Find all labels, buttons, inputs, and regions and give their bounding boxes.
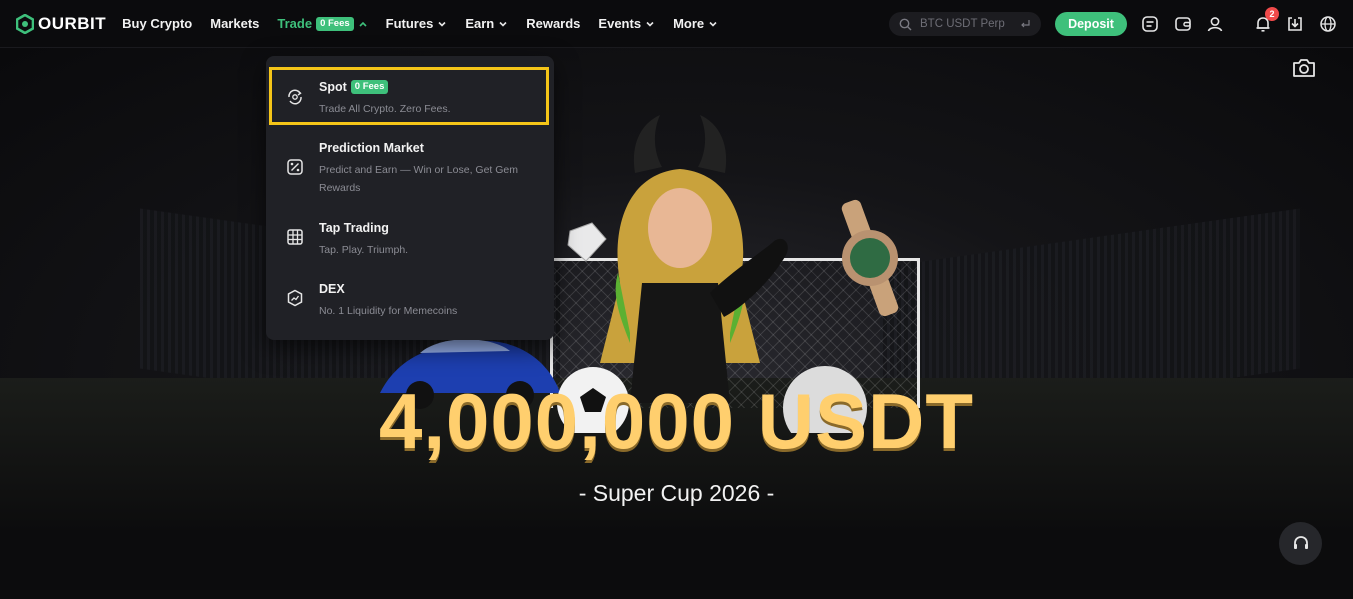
nav-earn[interactable]: Earn [465, 16, 508, 31]
search-icon [899, 18, 912, 30]
globe-icon[interactable] [1318, 14, 1338, 34]
nav-markets[interactable]: Markets [210, 16, 259, 31]
nav-label: More [673, 16, 705, 31]
chevron-up-icon [359, 21, 367, 27]
top-navigation-bar: OURBIT Buy Crypto Markets Trade 0 Fees F… [0, 0, 1353, 48]
menu-item-description: Predict and Earn — Win or Lose, Get Gem … [319, 164, 518, 194]
menu-item-title: Prediction Market [319, 141, 424, 155]
menu-item-tap-trading[interactable]: Tap Trading Tap. Play. Triumph. [266, 210, 554, 270]
menu-item-title: DEX [319, 282, 345, 296]
zero-fees-badge: 0 Fees [316, 16, 354, 31]
nav-label: Markets [210, 16, 260, 31]
hero-headline: 4,000,000 USDT [378, 377, 974, 465]
download-icon[interactable] [1285, 14, 1305, 34]
main-nav: Buy Crypto Markets Trade 0 Fees Futures … [122, 16, 736, 31]
menu-item-title: Tap Trading [319, 221, 389, 235]
grid-icon [287, 229, 303, 245]
watch-image [841, 199, 899, 317]
search-input[interactable]: BTC USDT Perp [889, 12, 1041, 36]
nav-more[interactable]: More [673, 16, 718, 31]
user-icon[interactable] [1205, 14, 1225, 34]
enter-key-icon [1021, 19, 1030, 27]
nav-trade[interactable]: Trade 0 Fees [277, 16, 367, 31]
nav-rewards[interactable]: Rewards [526, 16, 580, 31]
camera-icon[interactable] [1292, 57, 1316, 79]
nav-label: Rewards [526, 16, 581, 31]
ourbit-logo-icon [16, 13, 34, 34]
ourbit-logo[interactable]: OURBIT [16, 13, 107, 34]
menu-item-description: Tap. Play. Triumph. [319, 244, 409, 256]
prediction-percent-icon [287, 159, 303, 175]
nav-label: Events [598, 16, 642, 31]
menu-item-description: Trade All Crypto. Zero Fees. [319, 103, 451, 115]
notification-count-badge: 2 [1265, 7, 1279, 21]
nav-futures[interactable]: Futures [386, 16, 448, 31]
nav-events[interactable]: Events [598, 16, 655, 31]
menu-item-title: Spot [319, 80, 347, 94]
character-image [600, 115, 788, 403]
menu-item-prediction-market[interactable]: Prediction Market Predict and Earn — Win… [266, 126, 554, 210]
menu-item-dex[interactable]: DEX No. 1 Liquidity for Memecoins [266, 270, 554, 332]
orders-icon[interactable] [1140, 14, 1160, 34]
deposit-button[interactable]: Deposit [1055, 12, 1127, 36]
wallet-icon[interactable] [1173, 14, 1193, 34]
nav-label: Earn [465, 16, 495, 31]
headset-icon [1293, 535, 1308, 549]
customer-support-button[interactable] [1279, 522, 1322, 565]
trade-dropdown-menu: Spot 0 Fees Trade All Crypto. Zero Fees.… [266, 56, 554, 340]
diamond-image-left [567, 222, 607, 262]
nav-label: Trade [277, 16, 313, 31]
menu-item-description: No. 1 Liquidity for Memecoins [319, 305, 458, 317]
nav-label: Buy Crypto [122, 16, 193, 31]
chevron-down-icon [499, 21, 507, 27]
search-placeholder: BTC USDT Perp [920, 18, 1005, 30]
hero-banner[interactable]: 4,000,000 USDT - Super Cup 2026 - [0, 48, 1353, 599]
dex-chart-icon [287, 289, 303, 307]
nav-label: Futures [385, 16, 434, 31]
chevron-down-icon [646, 21, 654, 27]
spot-exchange-icon [288, 89, 302, 105]
zero-fees-badge: 0 Fees [350, 80, 389, 94]
chevron-down-icon [438, 21, 446, 27]
nav-buy-crypto[interactable]: Buy Crypto [122, 16, 192, 31]
menu-item-spot[interactable]: Spot 0 Fees Trade All Crypto. Zero Fees. [266, 56, 554, 126]
logo-text: OURBIT [38, 13, 107, 33]
hero-subline: - Super Cup 2026 - [578, 480, 775, 506]
chevron-down-icon [709, 21, 717, 27]
